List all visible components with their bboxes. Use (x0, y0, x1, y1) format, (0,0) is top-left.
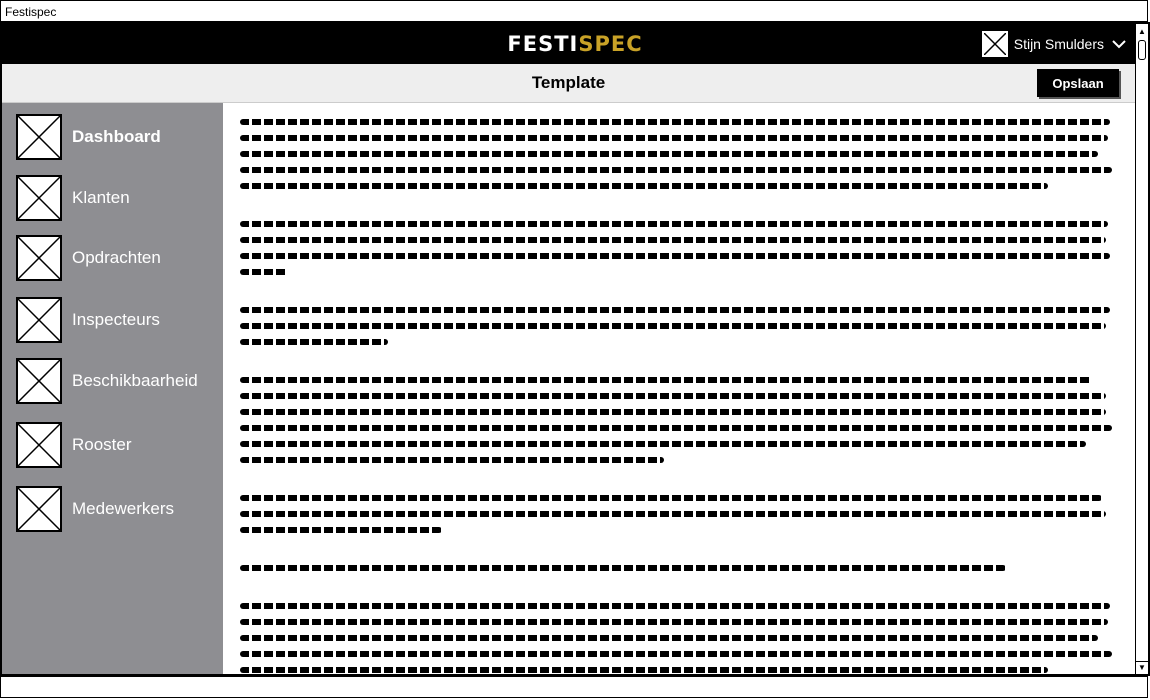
top-header: FESTISPEC Stijn Smulders (2, 24, 1148, 64)
beschikbaarheid-icon (16, 358, 62, 404)
user-menu[interactable]: Stijn Smulders (981, 30, 1126, 58)
page-title: Template (531, 73, 606, 92)
scroll-up-arrow-icon[interactable]: ▲ (1136, 26, 1148, 38)
sidebar-item-klanten[interactable]: Klanten (16, 174, 130, 222)
brand-accent: SPEC (578, 32, 643, 56)
placeholder-paragraph (240, 490, 1120, 538)
opdrachten-icon (16, 235, 62, 281)
chevron-down-icon[interactable] (1112, 36, 1126, 52)
inspecteurs-icon (16, 297, 62, 343)
window-titlebar: Festispec (0, 0, 1148, 22)
sidebar-item-dashboard[interactable]: Dashboard (16, 113, 161, 161)
sidebar-item-label: Klanten (72, 188, 130, 207)
sidebar-item-label: Beschikbaarheid (72, 371, 198, 390)
sidebar-item-label: Dashboard (72, 127, 161, 146)
window-title: Festispec (5, 5, 57, 19)
medewerkers-icon (16, 486, 62, 532)
status-bar (0, 676, 1148, 698)
rooster-icon (16, 422, 62, 468)
sidebar-item-label: Opdrachten (72, 248, 161, 267)
sidebar-item-beschikbaarheid[interactable]: Beschikbaarheid (16, 357, 198, 405)
vertical-scrollbar[interactable]: ▲ ▼ (1135, 24, 1148, 674)
content-area (240, 114, 1120, 674)
sidebar-item-label: Inspecteurs (72, 310, 160, 329)
dashboard-icon (16, 114, 62, 160)
sidebar-item-rooster[interactable]: Rooster (16, 421, 132, 469)
brand-main: FESTI (507, 32, 579, 56)
placeholder-paragraph (240, 302, 1120, 350)
placeholder-paragraph (240, 372, 1120, 468)
sidebar-item-label: Medewerkers (72, 499, 175, 518)
klanten-icon (16, 175, 62, 221)
placeholder-paragraph (240, 216, 1120, 280)
placeholder-paragraph (240, 560, 1120, 576)
sidebar-item-inspecteurs[interactable]: Inspecteurs (16, 296, 160, 344)
sidebar-item-opdrachten[interactable]: Opdrachten (16, 234, 161, 282)
placeholder-paragraph (240, 114, 1120, 194)
brand-logo: FESTISPEC (2, 24, 1148, 64)
save-button[interactable]: Opslaan (1037, 69, 1119, 97)
user-name: Stijn Smulders (1013, 36, 1104, 52)
placeholder-paragraph (240, 598, 1120, 674)
sidebar: Dashboard Klanten Opdrachten Inspecteurs… (2, 103, 223, 674)
page-header: Template Opslaan (2, 64, 1135, 103)
app-window: FESTISPEC Stijn Smulders ▲ ▼ Template Op… (0, 22, 1150, 676)
scroll-down-arrow-icon[interactable]: ▼ (1136, 661, 1148, 674)
scroll-thumb[interactable] (1138, 40, 1146, 60)
sidebar-item-medewerkers[interactable]: Medewerkers (16, 485, 174, 533)
avatar-icon (981, 31, 1008, 57)
sidebar-item-label: Rooster (72, 435, 132, 454)
